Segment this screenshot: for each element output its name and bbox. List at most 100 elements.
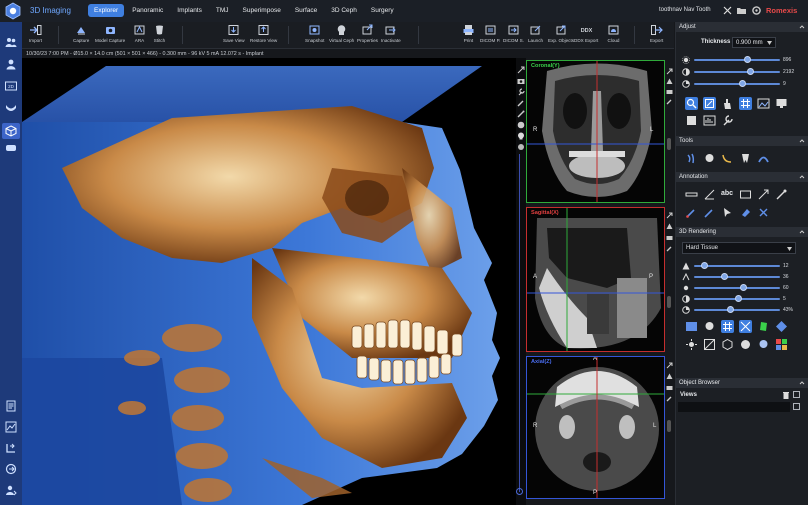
wrench-icon[interactable] xyxy=(721,114,734,127)
face-icon[interactable] xyxy=(517,121,525,129)
ddx-export-button[interactable]: DDX DDX Export xyxy=(574,24,598,43)
chevron-up-icon[interactable] xyxy=(799,380,805,386)
rendering-slider-opacity[interactable]: 43% xyxy=(682,306,804,314)
arch-icon[interactable] xyxy=(757,152,770,165)
slider-knob[interactable] xyxy=(738,80,746,87)
chevron-up-icon[interactable] xyxy=(799,174,805,180)
stitch-button[interactable]: Stitch xyxy=(153,24,166,43)
eraser-icon[interactable] xyxy=(739,206,752,219)
annotation-header[interactable]: Annotation xyxy=(676,172,808,182)
ruler-icon[interactable] xyxy=(685,188,698,201)
expand-icon[interactable] xyxy=(517,66,525,74)
settings-icon[interactable] xyxy=(751,5,762,16)
coronal-scrollbar[interactable] xyxy=(667,138,671,150)
capture-button[interactable]: Capture xyxy=(73,24,89,43)
skull-icon[interactable] xyxy=(517,132,525,140)
close-patient-icon[interactable] xyxy=(722,5,733,16)
object-browser-header[interactable]: Object Browser xyxy=(676,378,808,388)
chevron-up-icon[interactable] xyxy=(799,138,805,144)
ara-button[interactable]: ARA xyxy=(133,24,146,43)
rendering-preset-dropdown[interactable]: Hard Tissue xyxy=(682,242,796,254)
tab-surface[interactable]: Surface xyxy=(289,4,323,17)
render-skull-icon[interactable] xyxy=(703,320,716,333)
render-cube-icon[interactable] xyxy=(721,338,734,351)
render-diamond-icon[interactable] xyxy=(775,320,788,333)
render-slice-icon[interactable] xyxy=(703,338,716,351)
coronal-view[interactable]: Coronal(Y) R L xyxy=(526,60,665,203)
patients-icon[interactable] xyxy=(5,36,17,48)
rendering-header[interactable]: 3D Rendering xyxy=(676,227,808,237)
text-box-icon[interactable] xyxy=(739,188,752,201)
histogram-icon[interactable] xyxy=(703,114,716,127)
render-clip-icon[interactable] xyxy=(739,320,752,333)
adjust-slider-gamma[interactable]: 9 xyxy=(682,80,804,88)
tab-panoramic[interactable]: Panoramic xyxy=(126,4,169,17)
axial-scrollbar[interactable] xyxy=(667,420,671,432)
slider-knob[interactable] xyxy=(726,306,734,313)
rendering-slider-brightness[interactable]: 60 xyxy=(682,284,804,292)
slider-knob[interactable] xyxy=(747,68,755,75)
user-switch-icon[interactable] xyxy=(5,484,17,496)
render-grid-icon[interactable] xyxy=(721,320,734,333)
axial-view[interactable]: Axial(Z) A P R L xyxy=(526,356,665,499)
view-item-checkbox[interactable] xyxy=(793,403,800,410)
angle-icon[interactable] xyxy=(703,188,716,201)
3d-imaging-icon[interactable] xyxy=(2,123,20,139)
layers-icon[interactable] xyxy=(685,114,698,127)
marker-red-icon[interactable] xyxy=(685,206,698,219)
pan-hand-icon[interactable] xyxy=(721,97,734,110)
slider-knob[interactable] xyxy=(700,262,708,269)
export-objects-button[interactable]: Exp. Objects xyxy=(548,24,574,43)
image-view-icon[interactable] xyxy=(757,97,770,110)
dicom-send-button[interactable]: DICOM S. xyxy=(503,24,524,43)
launch-button[interactable]: Launch xyxy=(528,24,543,43)
render-image-icon[interactable] xyxy=(685,320,698,333)
tab-surgery[interactable]: Surgery xyxy=(365,4,400,17)
slider-knob[interactable] xyxy=(721,273,729,280)
dental-model-icon[interactable] xyxy=(5,142,17,154)
slider-knob[interactable] xyxy=(740,284,748,291)
render-green-icon[interactable] xyxy=(757,320,770,333)
brush-icon[interactable] xyxy=(517,110,525,118)
person-icon[interactable] xyxy=(5,58,17,70)
trash-icon[interactable] xyxy=(782,391,790,399)
camera-icon[interactable] xyxy=(517,77,525,85)
model-capture-button[interactable]: Model Capture xyxy=(95,24,125,43)
expand-icon[interactable] xyxy=(666,362,673,369)
sagittal-scrollbar[interactable] xyxy=(667,296,671,308)
slice-slider-track[interactable] xyxy=(519,154,520,492)
head-profile-icon[interactable] xyxy=(517,143,525,151)
fit-view-icon[interactable] xyxy=(703,97,716,110)
slider-knob[interactable] xyxy=(743,56,751,63)
adjust-slider-brightness[interactable]: 896 xyxy=(682,56,804,64)
marker-blue-icon[interactable] xyxy=(703,206,716,219)
inactivate-button[interactable]: Inactivate xyxy=(381,24,401,43)
tab-superimpose[interactable]: Superimpose xyxy=(237,4,287,17)
views-visibility-checkbox[interactable] xyxy=(793,391,800,398)
export-button[interactable]: Export xyxy=(650,24,663,43)
rendering-slider-window[interactable]: 36 xyxy=(682,273,804,281)
slider-knob[interactable] xyxy=(735,295,743,302)
tab-explorer[interactable]: Explorer xyxy=(88,4,125,17)
app-logo-icon[interactable] xyxy=(4,2,22,20)
views-list-row[interactable] xyxy=(678,402,790,412)
wrench-icon[interactable] xyxy=(666,245,673,252)
zoom-icon[interactable] xyxy=(685,97,698,110)
camera-icon[interactable] xyxy=(666,88,673,95)
delete-annotation-icon[interactable] xyxy=(757,206,770,219)
thickness-dropdown[interactable]: 0.900 mm xyxy=(732,37,776,48)
wrench-icon[interactable] xyxy=(666,98,673,105)
print-button[interactable]: Print xyxy=(462,24,475,43)
camera-icon[interactable] xyxy=(666,384,673,391)
tool-icon[interactable] xyxy=(517,99,525,107)
cloud-button[interactable]: Cloud xyxy=(607,24,620,43)
import-button[interactable]: Import xyxy=(29,24,42,43)
pen-icon[interactable] xyxy=(775,188,788,201)
dicom-print-button[interactable]: DICOM P. xyxy=(480,24,500,43)
properties-button[interactable]: Properties xyxy=(357,24,378,43)
render-sphere-icon[interactable] xyxy=(739,338,752,351)
grid-icon[interactable] xyxy=(739,97,752,110)
transfer-icon[interactable] xyxy=(5,442,17,454)
adjust-slider-contrast[interactable]: 2192 xyxy=(682,68,804,76)
tools-header[interactable]: Tools xyxy=(676,136,808,146)
